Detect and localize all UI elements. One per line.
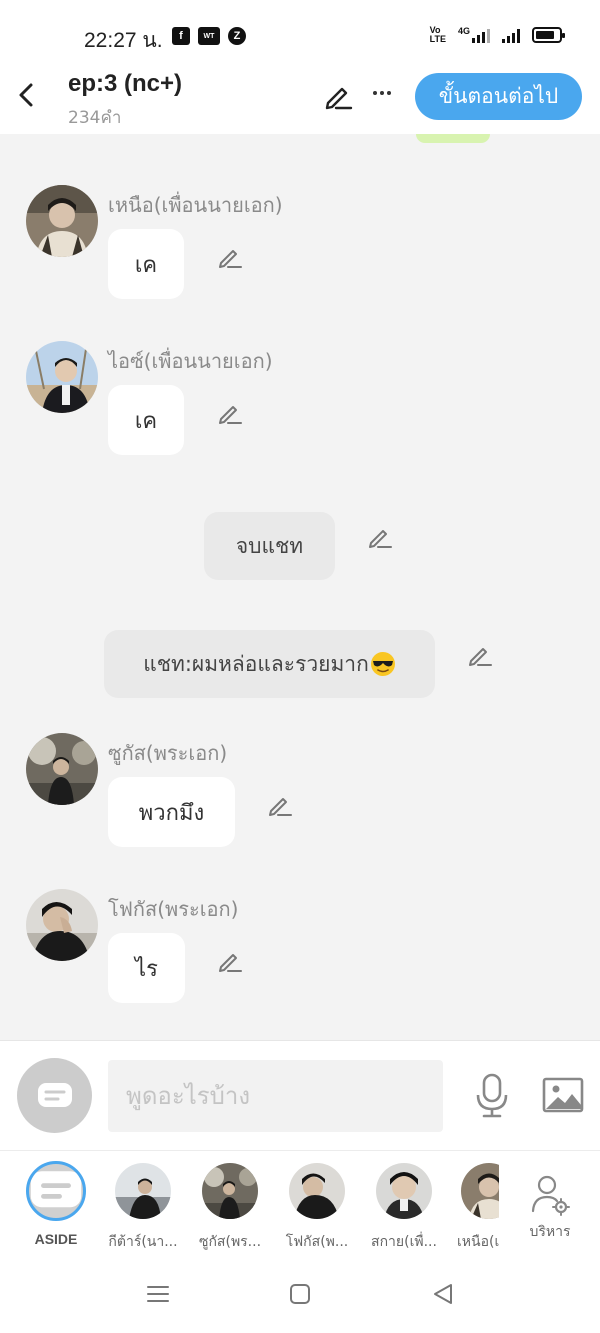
menu-icon[interactable]	[144, 1280, 172, 1308]
character-label: เหนือ(เ	[457, 1234, 499, 1250]
chat-area: เหนือ(เพื่อนนายเอก) เค ไอซ์(เพื่อนนายเอก…	[0, 134, 600, 1040]
webtoon-icon: WT	[198, 27, 220, 45]
facebook-icon: f	[172, 27, 190, 45]
message-bubble[interactable]: ไร	[108, 933, 185, 1003]
back-arrow-icon[interactable]	[14, 80, 40, 110]
avatar	[376, 1163, 432, 1219]
avatar-ice[interactable]	[26, 341, 98, 413]
sender-name: เหนือ(เพื่อนนายเอก)	[108, 193, 283, 217]
character-sugus[interactable]: ซูกัส(พร...	[188, 1163, 272, 1253]
signal-4g-icon: 4G	[458, 27, 490, 43]
episode-header: ep:3 (nc+) 234คำ ขั้นตอนต่อไป	[0, 66, 600, 134]
edit-pencil-icon[interactable]	[466, 641, 494, 669]
home-icon[interactable]	[286, 1280, 314, 1308]
avatar	[289, 1163, 345, 1219]
avatar	[202, 1163, 258, 1219]
microphone-icon[interactable]	[474, 1073, 510, 1119]
avatar-sugus[interactable]	[26, 733, 98, 805]
message-bubble[interactable]: พวกมึง	[108, 777, 235, 847]
edit-pencil-icon[interactable]	[266, 791, 294, 819]
aside-avatar	[26, 1161, 86, 1221]
message-input[interactable]	[108, 1060, 443, 1132]
battery-fill	[536, 31, 554, 39]
system-navigation-bar	[0, 1254, 600, 1333]
status-app-icons: f WT Z	[172, 27, 246, 45]
more-options-icon[interactable]	[368, 78, 396, 108]
chat-bubble-icon	[37, 1082, 72, 1107]
word-count: 234คำ	[68, 108, 122, 128]
sunglasses-emoji-icon	[370, 652, 395, 676]
avatar	[115, 1163, 171, 1219]
character-sky[interactable]: สกาย(เพื่...	[362, 1163, 446, 1253]
edit-pencil-icon[interactable]	[216, 243, 244, 271]
character-selector: ASIDE กีต้าร์(นา... ซูกัส(พร... โฟกัส(พ.…	[0, 1150, 600, 1254]
manage-characters-button[interactable]: บริหาร	[518, 1173, 582, 1243]
status-time: 22:27 น.	[84, 29, 163, 52]
character-nuea[interactable]: เหนือ(เ	[449, 1163, 499, 1253]
sender-name: ซูกัส(พระเอก)	[108, 741, 228, 765]
aside-toggle-button[interactable]	[17, 1058, 92, 1133]
message-bubble[interactable]: เค	[108, 385, 184, 455]
character-label: กีต้าร์(นา...	[108, 1234, 178, 1250]
sender-name: โฟกัส(พระเอก)	[108, 897, 239, 921]
episode-title: ep:3 (nc+)	[68, 70, 183, 97]
z-app-icon: Z	[228, 27, 246, 45]
edit-pencil-icon[interactable]	[322, 81, 354, 111]
character-label: โฟกัส(พ...	[285, 1234, 349, 1250]
chat-bubble-icon	[30, 1171, 82, 1208]
status-indicators: Vo LTE 4G	[429, 25, 565, 44]
battery-icon	[532, 27, 565, 43]
character-label: ASIDE	[34, 1231, 78, 1247]
next-step-button[interactable]: ขั้นตอนต่อไป	[415, 73, 582, 120]
character-label: สกาย(เพื่...	[371, 1234, 437, 1250]
previous-bubble-edge	[416, 134, 490, 143]
signal-icon	[502, 27, 520, 43]
edit-pencil-icon[interactable]	[366, 523, 394, 551]
message-input-bar	[0, 1040, 600, 1150]
character-aside[interactable]: ASIDE	[14, 1161, 98, 1247]
system-message-bubble[interactable]: แชท:ผมหล่อและรวยมาก	[104, 630, 435, 698]
back-icon[interactable]	[429, 1280, 457, 1308]
status-bar: 22:27 น. f WT Z Vo LTE 4G	[0, 0, 600, 66]
character-focus[interactable]: โฟกัส(พ...	[275, 1163, 359, 1253]
character-guitar[interactable]: กีต้าร์(นา...	[101, 1163, 185, 1253]
avatar-nuea[interactable]	[26, 185, 98, 257]
sender-name: ไอซ์(เพื่อนนายเอก)	[108, 349, 273, 373]
avatar-focus[interactable]	[26, 889, 98, 961]
manage-label: บริหาร	[529, 1224, 571, 1240]
image-upload-icon[interactable]	[542, 1077, 584, 1113]
edit-pencil-icon[interactable]	[216, 399, 244, 427]
edit-pencil-icon[interactable]	[216, 947, 244, 975]
message-bubble[interactable]: เค	[108, 229, 184, 299]
volte-icon: Vo LTE	[429, 25, 446, 44]
character-label: ซูกัส(พร...	[198, 1234, 262, 1250]
avatar	[461, 1163, 499, 1219]
user-settings-icon	[531, 1175, 570, 1216]
system-message-bubble[interactable]: จบแชท	[204, 512, 335, 580]
system-message-text: แชท:ผมหล่อและรวยมาก	[143, 651, 369, 676]
